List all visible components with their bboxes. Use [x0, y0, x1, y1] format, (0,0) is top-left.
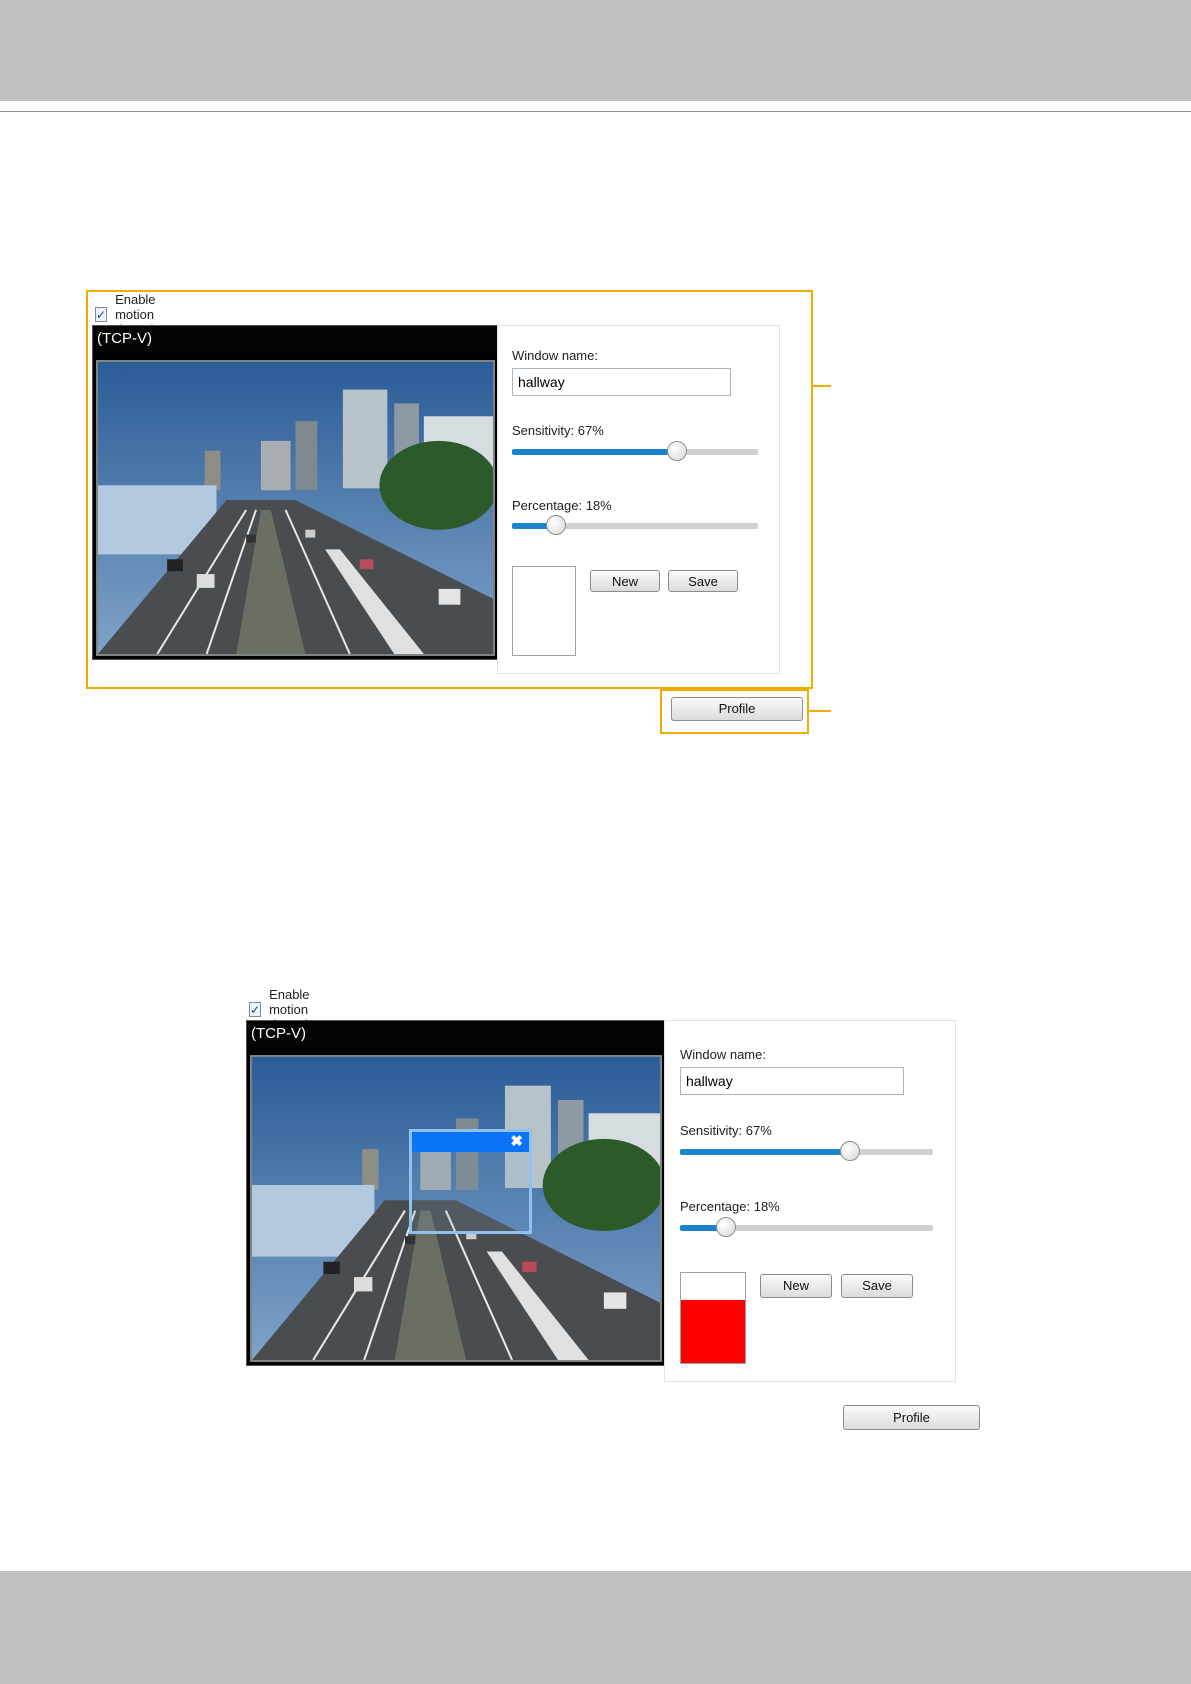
checkmark-icon: ✓ [96, 307, 107, 322]
window-name-input[interactable] [512, 368, 731, 396]
sensitivity-slider-knob[interactable] [839, 1141, 860, 1161]
percentage-slider-knob[interactable] [715, 1217, 736, 1237]
enable-motion-checkbox[interactable]: ✓ [95, 307, 108, 322]
sensitivity-slider[interactable] [512, 441, 758, 461]
save-button[interactable]: Save [841, 1274, 913, 1298]
video-title: (TCP-V) [93, 326, 498, 352]
sensitivity-slider-fill [512, 449, 677, 455]
percentage-slider-knob[interactable] [546, 515, 567, 535]
camera-image[interactable] [96, 360, 495, 656]
window-settings-panel: Window name: Sensitivity: 67% Percentage… [497, 325, 780, 674]
motion-level-gauge [680, 1272, 746, 1364]
window-name-input[interactable] [680, 1067, 904, 1095]
window-name-label: Window name: [512, 348, 598, 363]
header-rule [0, 111, 1191, 112]
window-settings-panel: Window name: Sensitivity: 67% Percentage… [664, 1020, 956, 1382]
enable-motion-checkbox[interactable]: ✓ [249, 1002, 262, 1017]
motion-window[interactable]: ✖ [409, 1129, 532, 1234]
motion-level-fill [681, 1300, 745, 1363]
new-window-button[interactable]: New [760, 1274, 832, 1298]
profile-button[interactable]: Profile [671, 697, 803, 721]
camera-image[interactable]: ✖ [250, 1055, 662, 1362]
percentage-slider[interactable] [512, 515, 758, 535]
motion-level-gauge [512, 566, 576, 656]
live-video-view[interactable]: (TCP-V) [246, 1020, 666, 1366]
window-name-label: Window name: [680, 1047, 766, 1062]
checkmark-icon: ✓ [250, 1002, 261, 1017]
sensitivity-slider-fill [680, 1149, 850, 1155]
callout-leader-profile [809, 710, 831, 712]
header-band [0, 0, 1191, 101]
video-title: (TCP-V) [247, 1021, 665, 1047]
sensitivity-label: Sensitivity: 67% [680, 1123, 772, 1138]
percentage-slider[interactable] [680, 1217, 933, 1237]
callout-leader-settings [813, 385, 831, 387]
motion-window-titlebar[interactable]: ✖ [412, 1132, 529, 1152]
sensitivity-slider[interactable] [680, 1141, 933, 1161]
sensitivity-label: Sensitivity: 67% [512, 423, 604, 438]
sensitivity-slider-knob[interactable] [666, 441, 687, 461]
profile-button[interactable]: Profile [843, 1405, 980, 1430]
close-icon[interactable]: ✖ [510, 1133, 523, 1151]
new-window-button[interactable]: New [590, 570, 660, 592]
percentage-label: Percentage: 18% [512, 498, 612, 513]
percentage-label: Percentage: 18% [680, 1199, 780, 1214]
footer-band [0, 1571, 1191, 1684]
save-button[interactable]: Save [668, 570, 738, 592]
live-video-view[interactable]: (TCP-V) [92, 325, 499, 660]
